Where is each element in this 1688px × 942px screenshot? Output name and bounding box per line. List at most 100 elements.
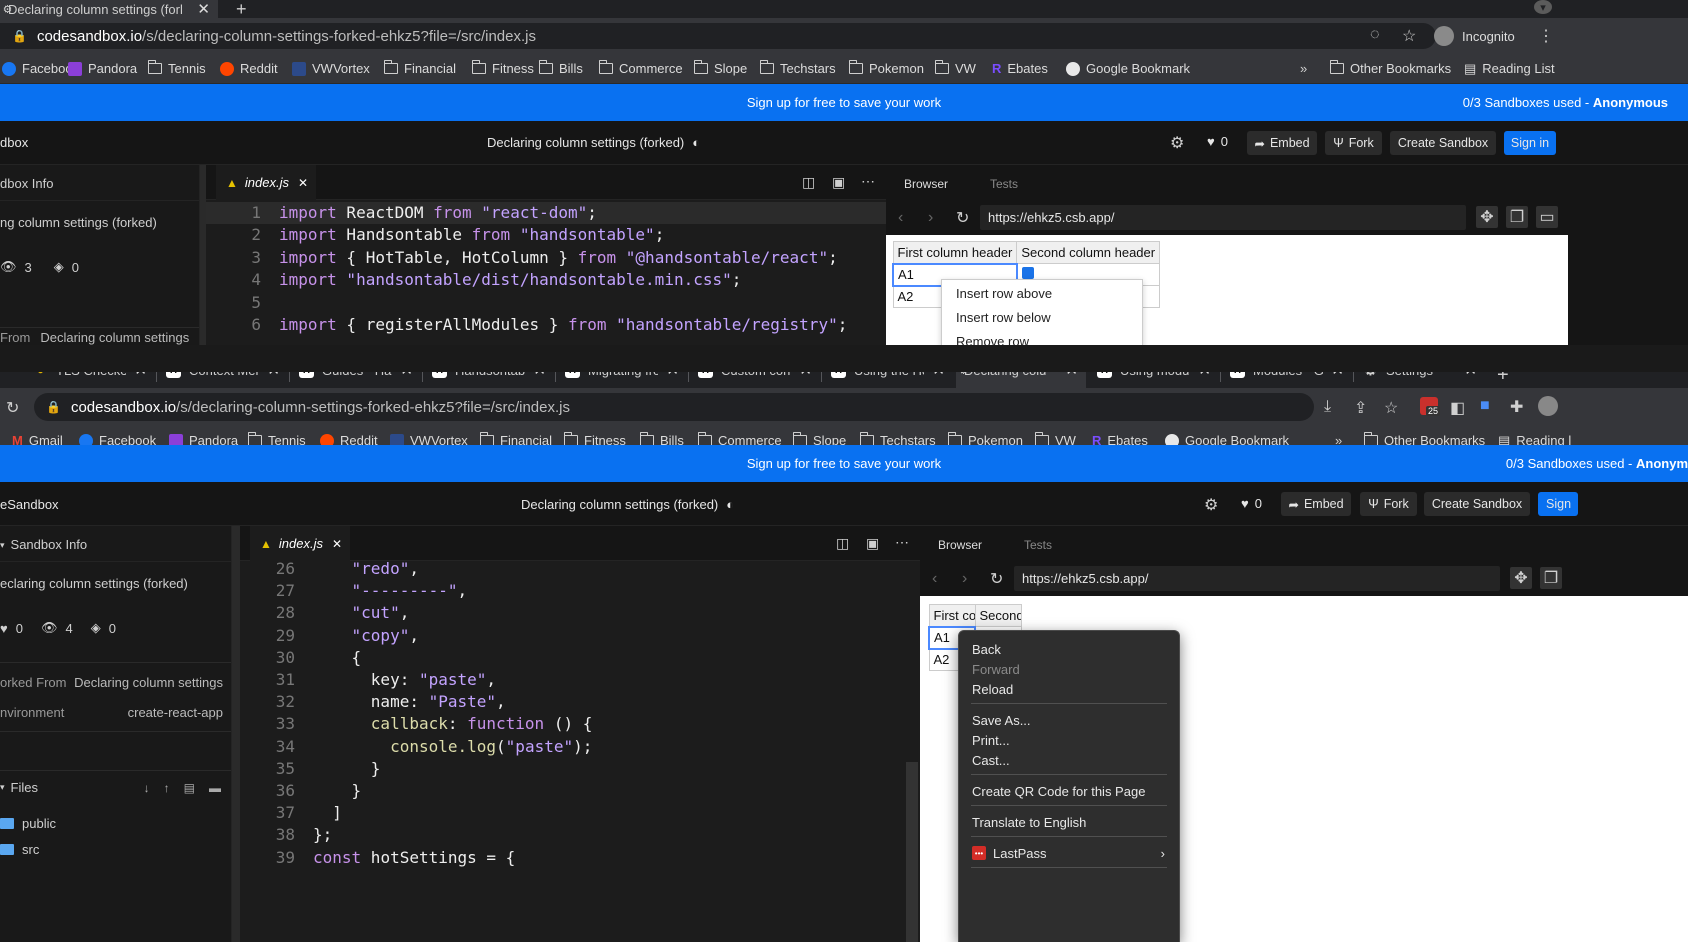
tab-declaring-column-settings[interactable]: ⚙ Declaring column settings (forl ✕ [0,0,218,18]
bookmark-bills[interactable]: Bills [538,54,583,83]
more-menu-icon[interactable]: ⋮ [1538,26,1554,46]
sandbox-title[interactable]: Declaring column settings (forked) [487,135,684,150]
split-view-icon[interactable]: ◫ [802,174,815,191]
folder-src[interactable]: src [0,842,39,857]
new-file-icon[interactable]: ▤ [184,781,195,795]
column-header-2[interactable]: Second [974,604,1022,627]
tab-9[interactable]: H Using module ✕ [1089,372,1219,388]
reload-icon[interactable]: ↻ [956,208,969,228]
code-line[interactable]: 4 import "handsontable/dist/handsontable.… [206,269,886,291]
embed-button[interactable]: ➦ Embed [1281,492,1351,516]
install-icon[interactable]: ⤓ [1324,398,1331,416]
code-line[interactable]: 35 } [240,758,920,780]
code-line[interactable]: 1 import ReactDOM from "react-dom"; [206,202,886,224]
menu-lastpass[interactable]: ••• LastPass › [972,843,1169,863]
tab-7[interactable]: H Using the Hot ✕ [823,372,953,388]
preview-url-input[interactable]: https://ehkz5.csb.app/ [980,205,1466,230]
bookmark-techstars[interactable]: Techstars [759,54,836,83]
zoom-extension-icon[interactable]: ■ [1480,397,1490,415]
star-icon[interactable]: ☆ [1384,398,1398,418]
open-window-icon[interactable]: ❐ [1540,567,1562,589]
calendar-extension-icon[interactable]: 25 [1420,397,1441,416]
upload-icon[interactable]: ↑ [164,781,170,795]
bookmark-vwvortex[interactable]: VWVortex [292,54,370,83]
close-icon[interactable]: ✕ [298,176,308,190]
eye-off-icon[interactable]: ◌ [1370,26,1380,44]
close-tab-icon[interactable]: ✕ [400,372,413,379]
code-line[interactable]: 3 import { HotTable, HotColumn } from "@h… [206,247,886,269]
forked-link[interactable]: Declaring column settings [74,675,223,690]
menu-print[interactable]: Print... [972,730,1169,750]
codesandbox-logo-icon[interactable]: ✥ [1476,206,1498,228]
menu-cast[interactable]: Cast... [972,750,1169,770]
bookmark-tennis[interactable]: Tennis [147,54,206,83]
code-line[interactable]: 30 { [240,647,920,669]
extension-icon[interactable]: ◧ [1450,398,1465,418]
code-line[interactable]: 6 import { registerAllModules } from "han… [206,314,886,336]
column-header-2[interactable]: Second column header [1016,241,1161,264]
preview-icon[interactable]: ▣ [866,535,879,552]
open-window-icon[interactable]: ❐ [1506,206,1528,228]
fork-button[interactable]: Ψ Fork [1360,492,1417,516]
tab-10[interactable]: H Modules - Gu ✕ [1222,372,1352,388]
tab-browser[interactable]: Browser [938,538,982,552]
sidebar-scrollbar[interactable] [232,526,240,942]
download-icon[interactable]: ↓ [144,781,150,795]
url-field[interactable]: 🔒 codesandbox.io/s/declaring-column-sett… [34,393,1314,421]
editor-scrollbar[interactable] [906,762,918,942]
split-view-icon[interactable]: ◫ [836,535,849,552]
code-line[interactable]: 2 import Handsontable from "handsontable"… [206,224,886,246]
incognito-badge[interactable]: Incognito [1434,24,1515,48]
menu-reload[interactable]: Reload [972,679,1169,699]
sidebar-section-header[interactable]: dbox Info [0,165,199,201]
sign-in-button[interactable]: Sign [1538,492,1578,516]
code-line[interactable]: 31 key: "paste", [240,669,920,691]
preview-icon[interactable]: ▣ [832,174,845,191]
new-tab-icon[interactable]: + [236,0,247,18]
create-sandbox-button[interactable]: Create Sandbox [1424,492,1530,516]
bookmark-google-bookmark[interactable]: Google Bookmark [1066,54,1190,83]
close-tab-icon[interactable]: ✕ [1331,372,1344,379]
code-line[interactable]: 38}; [240,824,920,846]
bookmark-slope[interactable]: Slope [693,54,747,83]
forward-icon[interactable]: › [928,209,933,227]
new-folder-icon[interactable]: ▬ [209,781,221,795]
bookmark-financial[interactable]: Financial [383,54,456,83]
close-tab-icon[interactable]: ✕ [533,372,546,379]
checkbox-icon[interactable] [1021,267,1034,279]
tab-1[interactable]: ● TLS Checker ✕ [25,372,155,388]
close-tab-icon[interactable]: ✕ [134,372,147,379]
code-line[interactable]: 33 callback: function () { [240,713,920,735]
code-line[interactable]: 26 "redo", [240,558,920,580]
reload-icon[interactable]: ↻ [990,569,1003,589]
ctx-insert-row-below[interactable]: Insert row below [956,310,1051,325]
sandbox-title[interactable]: Declaring column settings (forked) [521,497,718,512]
forked-link[interactable]: Declaring column settings [40,330,189,345]
url-field[interactable]: 🔒 codesandbox.io/s/declaring-column-sett… [0,23,1436,49]
menu-back[interactable]: Back [972,639,1169,659]
reading-list[interactable]: ▤ Reading List [1464,54,1555,83]
gear-icon[interactable]: ⚙ [1204,495,1218,515]
fork-button[interactable]: Ψ Fork [1325,131,1382,155]
bookmark-vw[interactable]: VW [934,54,976,83]
bookmark-fitness[interactable]: Fitness [471,54,534,83]
profile-avatar[interactable] [1538,396,1558,416]
files-header[interactable]: ▾ Files ↓ ↑ ▤ ▬ [0,770,231,804]
reload-icon[interactable]: ↻ [6,398,19,418]
share-icon[interactable]: ⇪ [1354,398,1367,418]
code-line[interactable]: 5 [206,292,886,314]
codesandbox-logo-icon[interactable]: ✥ [1510,567,1532,589]
close-tab-icon[interactable]: ✕ [1464,372,1477,379]
tab-tests[interactable]: Tests [990,177,1018,191]
tab-6[interactable]: H Custom conte ✕ [690,372,820,388]
close-tab-icon[interactable]: ✕ [932,372,945,379]
menu-forward[interactable]: Forward [972,659,1169,679]
tab-5[interactable]: H Migrating from ✕ [557,372,687,388]
sidebar-section-header[interactable]: ▾ Sandbox Info [0,526,231,562]
tab-tests[interactable]: Tests [1024,538,1052,552]
embed-button[interactable]: ➦ Embed [1247,131,1317,155]
like-button[interactable]: ♥ 0 [1241,496,1262,511]
bookmark-reddit[interactable]: Reddit [220,54,278,83]
tab-11[interactable]: ⚙ Settings ✕ [1355,372,1485,388]
more-bookmarks-icon[interactable]: » [1300,61,1307,76]
